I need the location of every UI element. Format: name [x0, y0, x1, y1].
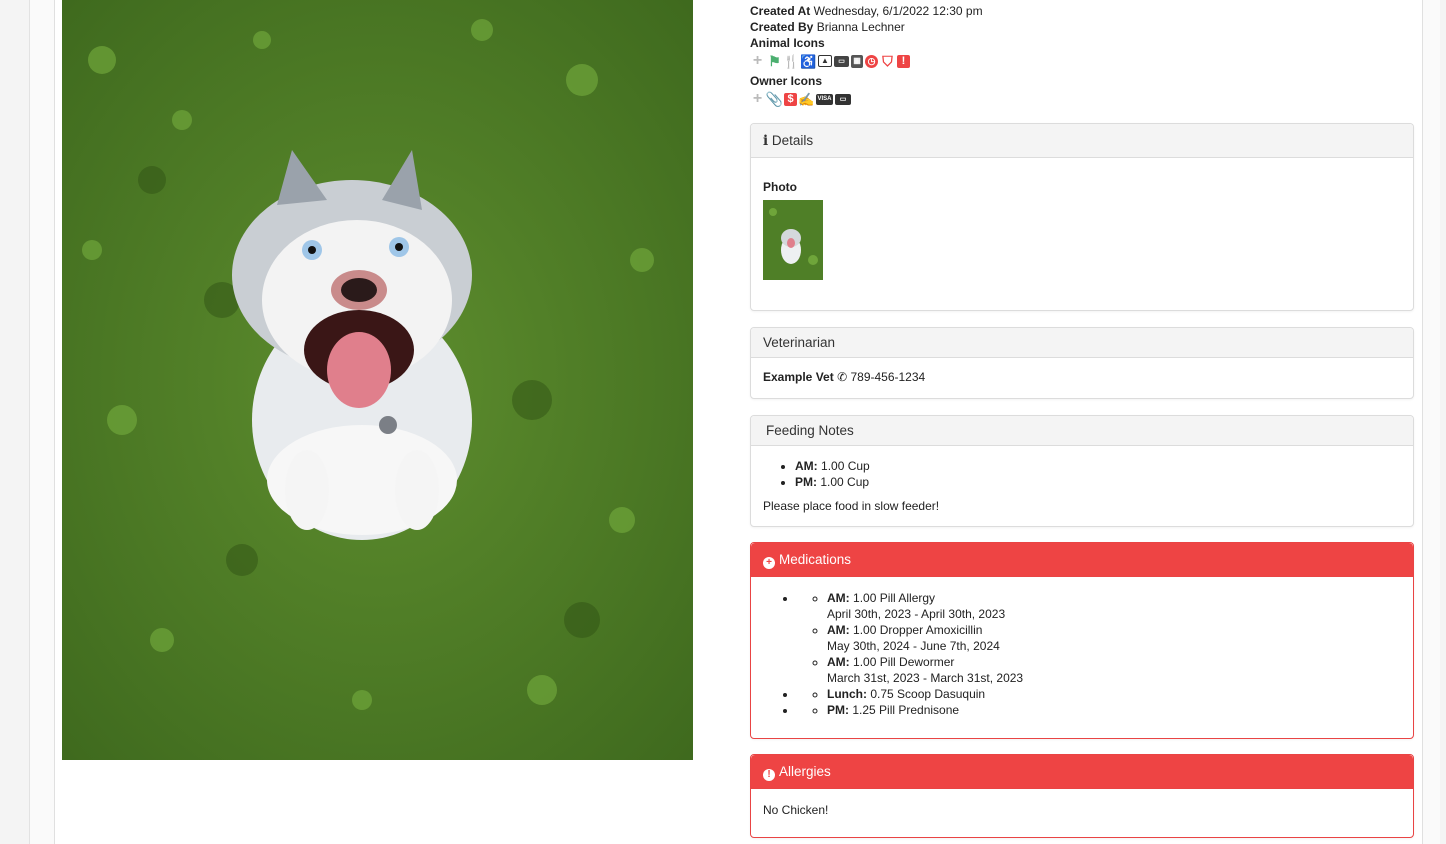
id-card-icon[interactable]: ▭: [834, 55, 849, 67]
medications-panel: +Medications AM: 1.00 Pill AllergyApril …: [750, 542, 1414, 739]
dollar-icon[interactable]: $: [784, 92, 797, 106]
list-item: AM: 1.00 Cup: [795, 458, 1401, 474]
animal-photo-large: [62, 0, 693, 760]
animal-icons-label: Animal Icons: [750, 36, 825, 50]
plus-icon[interactable]: +: [750, 91, 765, 107]
medications-list: AM: 1.00 Pill AllergyApril 30th, 2023 - …: [763, 590, 1401, 718]
feeding-notes-header: Feeding Notes: [751, 416, 1413, 446]
building-icon[interactable]: ▦: [851, 54, 863, 68]
plus-icon[interactable]: +: [750, 53, 765, 69]
medications-header: + Medications: [751, 543, 1413, 577]
feeding-note: Please place food in slow feeder!: [763, 499, 940, 513]
clock-icon[interactable]: ◷: [865, 54, 878, 68]
owner-icons-label: Owner Icons: [750, 74, 823, 88]
alert-icon[interactable]: !: [897, 54, 910, 68]
list-item: Lunch: 0.75 Scoop Dasuquin: [797, 686, 1401, 702]
list-item: PM: 1.25 Pill Prednisone: [827, 702, 1401, 718]
list-item: AM: 1.00 Pill DewormerMarch 31st, 2023 -…: [827, 654, 1401, 686]
list-item: AM: 1.00 Pill AllergyApril 30th, 2023 - …: [827, 590, 1401, 622]
veterinarian-panel: Veterinarian Example Vet ✆ 789-456-1234: [750, 327, 1414, 399]
visa-icon[interactable]: VISA: [816, 93, 833, 105]
details-panel: i Details Photo: [750, 123, 1414, 311]
shield-icon[interactable]: ⛉: [880, 54, 895, 68]
list-item: PM: 1.00 Cup: [795, 474, 1401, 490]
vet-phone[interactable]: 789-456-1234: [850, 370, 925, 384]
photo-label: Photo: [763, 180, 797, 194]
paperclip-icon[interactable]: 📎: [766, 92, 783, 106]
list-item: Lunch: 0.75 Scoop Dasuquin: [827, 686, 1401, 702]
plus-circle-icon: +: [763, 557, 775, 569]
animal-icons-row: + ⚑ 🍴 ♿ ▲ ▭ ▦ ◷ ⛉ !: [750, 52, 1410, 70]
phone-icon: ✆: [837, 370, 848, 384]
veterinarian-header: Veterinarian: [751, 328, 1413, 358]
info-icon: i: [763, 133, 769, 149]
exclamation-circle-icon: !: [763, 769, 775, 781]
list-item: AM: 1.00 Dropper AmoxicillinMay 30th, 20…: [827, 622, 1401, 654]
allergies-text: No Chicken!: [763, 803, 829, 817]
created-at: Created At Wednesday, 6/1/2022 12:30 pm: [750, 4, 983, 18]
list-item: PM: 1.25 Pill Prednisone: [797, 702, 1401, 718]
ticket-icon[interactable]: ▭: [835, 93, 851, 105]
details-header: i Details: [751, 124, 1413, 158]
created-by: Created By Brianna Lechner: [750, 20, 905, 34]
blind-icon[interactable]: ♿: [800, 54, 816, 68]
allergies-header: ! Allergies: [751, 755, 1413, 789]
allergies-panel: ! Allergies No Chicken!: [750, 754, 1414, 838]
animal-meta: Created At Wednesday, 6/1/2022 12:30 pm …: [750, 3, 1410, 111]
vet-name: Example Vet: [763, 370, 834, 384]
utensils-icon[interactable]: 🍴: [783, 54, 799, 68]
image-icon[interactable]: ▲: [818, 55, 832, 67]
photo-thumbnail[interactable]: [763, 200, 823, 280]
feeding-list: AM: 1.00 Cup PM: 1.00 Cup: [763, 458, 1401, 490]
flag-icon[interactable]: ⚑: [767, 54, 782, 68]
list-item: AM: 1.00 Pill AllergyApril 30th, 2023 - …: [797, 590, 1401, 686]
owner-icons-row: + 📎 $ ✍ VISA ▭: [750, 90, 1410, 108]
feeding-notes-panel: Feeding Notes AM: 1.00 Cup PM: 1.00 Cup …: [750, 415, 1414, 527]
signature-icon[interactable]: ✍: [798, 92, 814, 106]
